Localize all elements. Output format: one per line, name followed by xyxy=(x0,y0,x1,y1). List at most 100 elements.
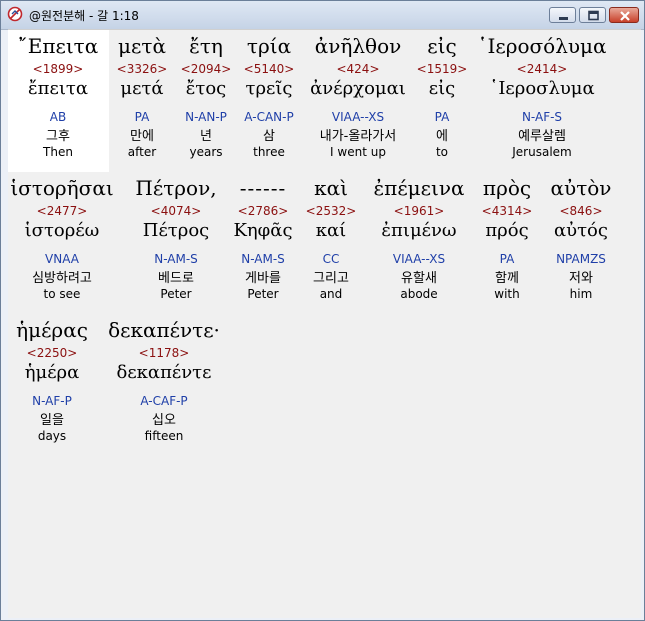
title-bar[interactable]: @원전분해 - 갈 1:18 xyxy=(1,1,644,30)
app-logo-icon xyxy=(7,6,23,22)
korean-gloss: 그리고 xyxy=(313,271,349,286)
english-gloss: to xyxy=(435,145,449,159)
maximize-icon xyxy=(588,10,599,21)
lemma: πρός xyxy=(485,220,529,241)
korean-gloss: 예루살렘 xyxy=(518,129,566,144)
parsing-code: PA xyxy=(434,110,450,124)
english-gloss: I went up xyxy=(330,145,386,159)
minimize-icon xyxy=(559,17,568,20)
english-gloss: Peter xyxy=(247,287,279,301)
word-cell[interactable]: εἰς <1519> εἰς PA 에 to xyxy=(414,34,470,160)
greek-word: Πέτρον, xyxy=(135,176,217,200)
english-gloss: fifteen xyxy=(144,429,184,443)
strong-number: <2786> xyxy=(237,204,289,218)
greek-word: πρὸς xyxy=(482,176,532,200)
word-cell[interactable]: αὐτὸν <846> αὐτός NPAMZS 저와 him xyxy=(539,176,623,302)
korean-gloss: 저와 xyxy=(569,271,593,286)
parsing-code: A-CAF-P xyxy=(140,394,188,408)
greek-word: δεκαπέντε· xyxy=(108,318,220,342)
korean-gloss: 게바를 xyxy=(245,271,281,286)
word-cell[interactable]: ἱστορῆσαι <2477> ἱστορέω VNAA 심방하려고 to s… xyxy=(8,176,116,302)
strong-number: <4314> xyxy=(481,204,533,218)
lemma: μετά xyxy=(120,78,164,99)
parsing-code: N-AF-S xyxy=(521,110,563,124)
greek-word: εἰς xyxy=(427,34,457,58)
english-gloss: Then xyxy=(43,145,73,159)
strong-number: <846> xyxy=(559,204,603,218)
korean-gloss: 에 xyxy=(436,129,448,144)
lemma: ἱστορέω xyxy=(24,220,100,241)
english-gloss: to see xyxy=(43,287,81,301)
word-cell[interactable]: ἐπέμεινα <1961> ἐπιμένω VIAA--XS 유할새 abo… xyxy=(363,176,475,302)
parsing-code: N-AM-S xyxy=(154,252,198,266)
strong-number: <2250> xyxy=(26,346,78,360)
english-gloss: him xyxy=(569,287,593,301)
korean-gloss: 그후 xyxy=(46,129,70,144)
parsing-code: PA xyxy=(134,110,150,124)
word-cell[interactable]: ῎Επειτα <1899> ἔπειτα AB 그후 Then xyxy=(10,34,106,160)
lemma: καί xyxy=(315,220,347,241)
word-cell[interactable]: ἡμέρας <2250> ἡμέρα N-AF-P 일을 days xyxy=(8,318,96,444)
parsing-code: PA xyxy=(499,252,515,266)
window-title: @원전분해 - 갈 1:18 xyxy=(29,9,139,23)
word-cell[interactable]: ------ <2786> Κηφᾶς N-AM-S 게바를 Peter xyxy=(228,176,298,302)
word-cell[interactable]: ἔτη <2094> ἔτος N-AN-P 년 years xyxy=(178,34,234,160)
lemma: ἐπιμένω xyxy=(381,220,457,241)
greek-word: ἔτη xyxy=(189,34,223,58)
strong-number: <1899> xyxy=(32,62,84,76)
korean-gloss: 일을 xyxy=(40,413,64,428)
parsing-code: VIAA--XS xyxy=(331,110,385,124)
parsing-code: CC xyxy=(322,252,340,266)
maximize-button[interactable] xyxy=(579,7,606,23)
strong-number: <2094> xyxy=(180,62,232,76)
greek-word: τρία xyxy=(246,34,292,58)
word-cell[interactable]: Πέτρον, <4074> Πέτρος N-AM-S 베드로 Peter xyxy=(126,176,226,302)
english-gloss: Peter xyxy=(160,287,192,301)
lemma: αὐτός xyxy=(554,220,608,241)
greek-word: ῾Ιεροσόλυμα xyxy=(477,34,607,58)
lemma: ἔπειτα xyxy=(28,78,88,99)
word-cell[interactable]: τρία <5140> τρεῖς A-CAN-P 삼 three xyxy=(236,34,302,160)
greek-word: αὐτὸν xyxy=(550,176,612,200)
lemma: ἡμέρα xyxy=(24,362,80,383)
greek-word: ------ xyxy=(239,176,287,200)
strong-number: <424> xyxy=(336,62,380,76)
lemma: Πέτρος xyxy=(142,220,210,241)
word-cell[interactable]: ῾Ιεροσόλυμα <2414> ῾Ιεροσλυμα N-AF-S 예루살… xyxy=(472,34,612,160)
korean-gloss: 내가-올라가서 xyxy=(319,129,397,144)
word-cell[interactable]: ἀνῆλθον <424> ἀνέρχομαι VIAA--XS 내가-올라가서… xyxy=(304,34,412,160)
parsing-code: VNAA xyxy=(45,252,79,266)
english-gloss: with xyxy=(494,287,520,301)
strong-number: <4074> xyxy=(150,204,202,218)
minimize-button[interactable] xyxy=(549,7,576,23)
greek-word: ἀνῆλθον xyxy=(314,34,402,58)
parsing-code: N-AM-S xyxy=(241,252,285,266)
word-cell[interactable]: μετὰ <3326> μετά PA 만에 after xyxy=(107,34,177,160)
word-cell[interactable]: πρὸς <4314> πρός PA 함께 with xyxy=(477,176,537,302)
parsing-code: NPAMZS xyxy=(556,252,606,266)
word-cell[interactable]: καὶ <2532> καί CC 그리고 and xyxy=(301,176,361,302)
close-button[interactable] xyxy=(609,7,639,23)
greek-word: μετὰ xyxy=(118,34,166,58)
lemma: ἀνέρχομαι xyxy=(310,78,406,99)
interlinear-view[interactable]: ῎Επειτα <1899> ἔπειτα AB 그후 Then μετὰ <3… xyxy=(8,29,641,618)
parsing-code: AB xyxy=(49,110,67,124)
english-gloss: years xyxy=(189,145,223,159)
greek-word: ῎Επειτα xyxy=(17,34,99,58)
word-cell[interactable]: δεκαπέντε· <1178> δεκαπέντε A-CAF-P 십오 f… xyxy=(100,318,228,444)
strong-number: <2414> xyxy=(516,62,568,76)
lemma: ῾Ιεροσλυμα xyxy=(489,78,595,99)
english-gloss: after xyxy=(127,145,157,159)
greek-word: ἐπέμεινα xyxy=(373,176,465,200)
lemma: τρεῖς xyxy=(245,78,293,99)
app-window: @원전분해 - 갈 1:18 ῎Επειτα <1899> ἔπειτα AB xyxy=(0,0,645,621)
korean-gloss: 만에 xyxy=(130,129,154,144)
parsing-code: N-AF-P xyxy=(32,394,72,408)
korean-gloss: 년 xyxy=(200,129,212,144)
lemma: ἔτος xyxy=(185,78,227,99)
korean-gloss: 유할새 xyxy=(401,271,437,286)
strong-number: <5140> xyxy=(243,62,295,76)
greek-word: ἡμέρας xyxy=(16,318,88,342)
english-gloss: days xyxy=(37,429,67,443)
lemma: δεκαπέντε xyxy=(116,362,212,383)
